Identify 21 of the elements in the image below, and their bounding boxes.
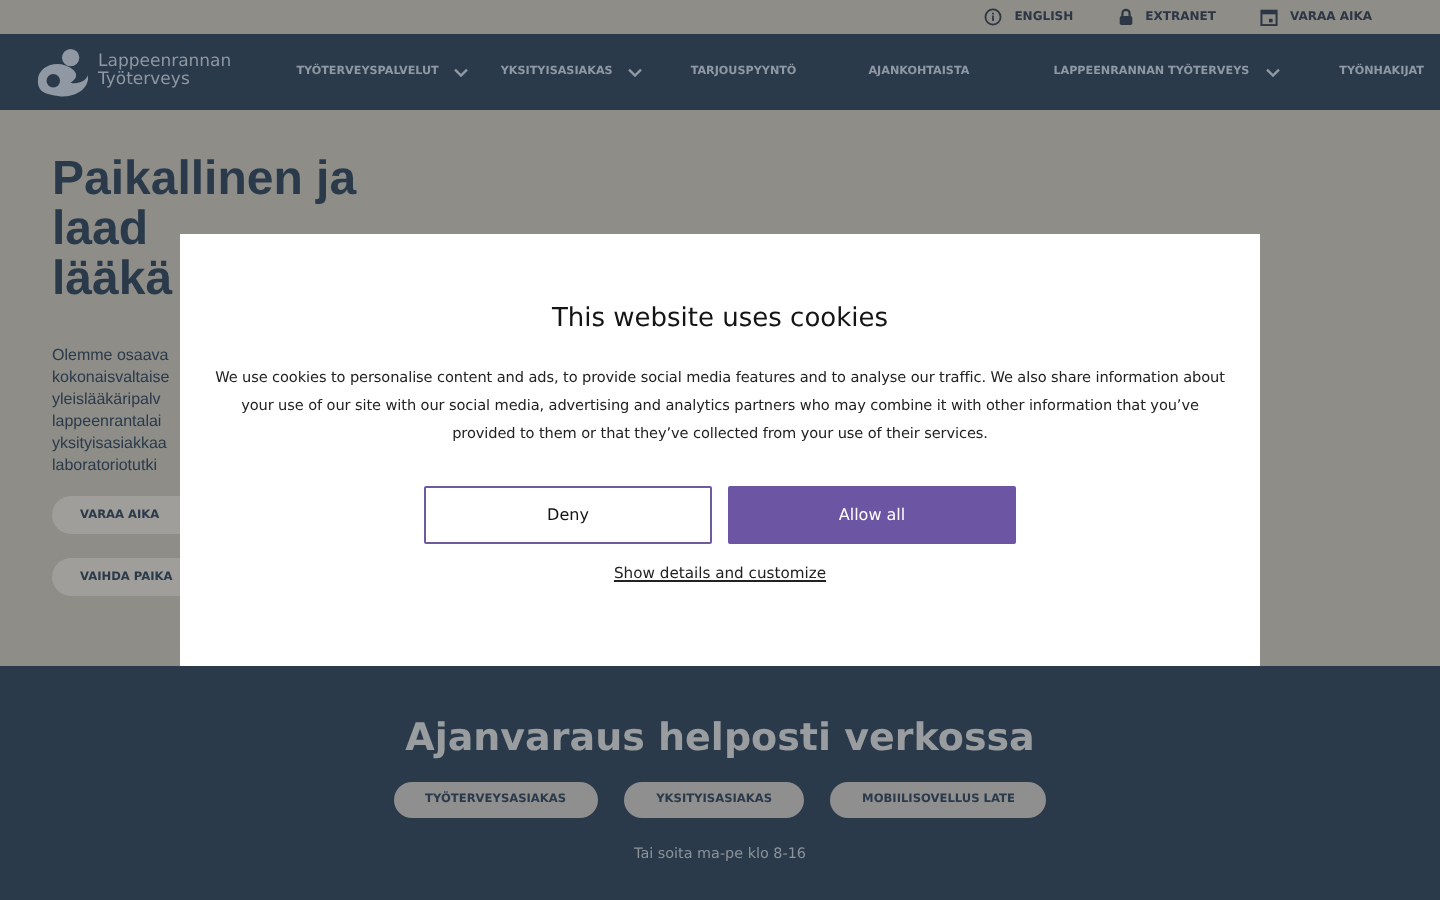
hero-text-line: Olemme osaava: [52, 344, 169, 366]
calendar-icon: [1259, 8, 1278, 26]
hero-text-line: kokonaisvaltaise: [52, 366, 170, 388]
hero-text-line: lappeenrantalai: [52, 410, 162, 432]
hero-heading-line: Paikallinen ja: [52, 154, 357, 204]
booking-heading: Ajanvaraus helposti verkossa: [405, 716, 1035, 760]
chevron-down-icon: [454, 67, 469, 77]
chevron-down-icon: [1265, 67, 1280, 77]
hero-text-line: yleislääkäripalv: [52, 388, 161, 410]
hero-heading-line: lääkä: [52, 254, 173, 304]
chevron-down-icon: [628, 67, 643, 77]
lock-icon: [1117, 8, 1134, 26]
hero-text-line: yksityisasiakkaa: [52, 432, 167, 454]
logo-text[interactable]: Lappeenrannan Työterveys: [98, 54, 232, 90]
dialog-title: This website uses cookies: [551, 304, 889, 334]
allow-button[interactable]: Allow all: [728, 486, 1016, 544]
info-icon: [984, 8, 1003, 26]
hero-heading-line: laad: [52, 204, 149, 254]
deny-button[interactable]: Deny: [424, 486, 712, 544]
logo-icon[interactable]: [34, 45, 88, 99]
hero-text-line: laboratoriotutki: [52, 454, 157, 476]
